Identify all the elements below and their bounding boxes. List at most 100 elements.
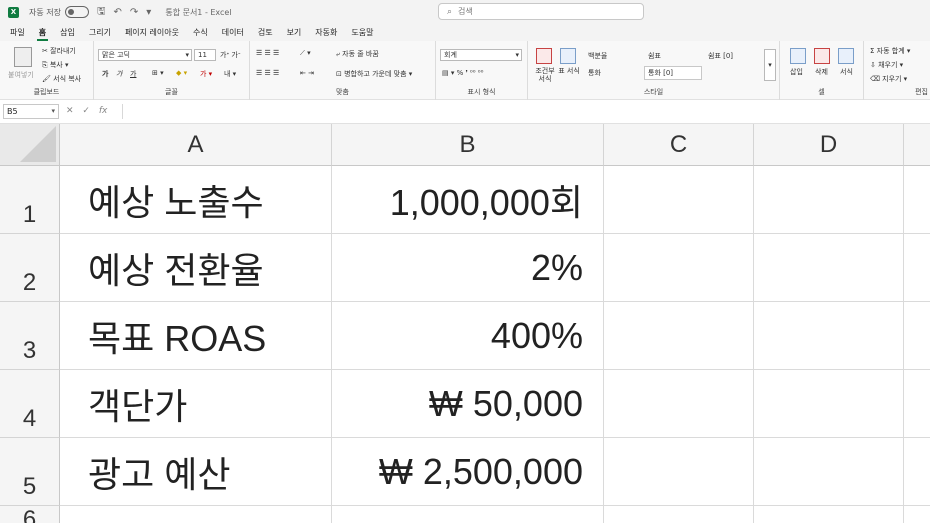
search-box[interactable]: ⌕ 검색	[438, 3, 644, 20]
bold-button[interactable]: 가	[102, 69, 108, 79]
cell-c2[interactable]	[604, 234, 754, 302]
paste-button[interactable]: 붙여넣기	[8, 70, 34, 80]
orientation-icon[interactable]: ⟋ ▾	[300, 49, 311, 58]
cell-c3[interactable]	[604, 302, 754, 370]
number-format-select[interactable]: 회계 ▾	[440, 49, 522, 61]
cell-d6[interactable]	[754, 506, 904, 523]
conditional-format-icon[interactable]	[536, 48, 552, 64]
font-name-select[interactable]: 맑은 고딕 ▾	[98, 49, 192, 61]
cell-a4[interactable]: 객단가	[60, 370, 332, 438]
row-header-4[interactable]: 4	[0, 370, 60, 438]
font-color-icon[interactable]: 가 ▾	[200, 69, 212, 79]
style-currency-0[interactable]: 통화 [0]	[644, 66, 702, 80]
column-header-b[interactable]: B	[332, 124, 604, 166]
cell-e5[interactable]	[904, 438, 930, 506]
cell-b3[interactable]: 400%	[332, 302, 604, 370]
tab-data[interactable]: 데이터	[220, 24, 246, 41]
italic-button[interactable]: 가	[116, 69, 122, 79]
copy-button[interactable]: ⎘ 복사 ▾	[42, 60, 68, 70]
tab-home[interactable]: 홈	[36, 24, 49, 41]
cell-e3[interactable]	[904, 302, 930, 370]
number-format-buttons[interactable]: ▤ ▾ % ❜ ⁰⁰ ⁰⁰	[442, 69, 483, 77]
name-box[interactable]: B5 ▾	[3, 104, 59, 119]
tab-file[interactable]: 파일	[8, 24, 27, 41]
format-cells-button[interactable]: 서식	[840, 67, 853, 77]
align-top-icon[interactable]: ☰ ☰ ☰	[256, 49, 279, 57]
fill-color-icon[interactable]: ◆ ▾	[176, 69, 187, 77]
cancel-icon[interactable]: ✕	[66, 106, 74, 116]
cell-d5[interactable]	[754, 438, 904, 506]
cell-c6[interactable]	[604, 506, 754, 523]
cell-b6[interactable]	[332, 506, 604, 523]
cell-e2[interactable]	[904, 234, 930, 302]
tab-insert[interactable]: 삽입	[58, 24, 77, 41]
conditional-format-button[interactable]: 조건부 서식	[532, 67, 558, 83]
column-header-a[interactable]: A	[60, 124, 332, 166]
row-header-2[interactable]: 2	[0, 234, 60, 302]
cell-c1[interactable]	[604, 166, 754, 234]
cell-d2[interactable]	[754, 234, 904, 302]
delete-cells-icon[interactable]	[814, 48, 830, 64]
style-comma-0[interactable]: 쉼표 [0]	[704, 49, 760, 63]
column-header-c[interactable]: C	[604, 124, 754, 166]
customize-toolbar-icon[interactable]: ▾	[146, 7, 151, 18]
grow-font-button[interactable]: 가ᐩ 가ᐨ	[220, 50, 241, 60]
style-comma[interactable]: 쉼표	[644, 49, 700, 63]
cell-b4[interactable]: ₩ 50,000	[332, 370, 604, 438]
save-icon[interactable]: 🖫	[97, 4, 106, 21]
merge-center-button[interactable]: ⊡ 병합하고 가운데 맞춤 ▾	[336, 69, 412, 79]
row-header-1[interactable]: 1	[0, 166, 60, 234]
tab-review[interactable]: 검토	[256, 24, 275, 41]
format-as-table-icon[interactable]	[560, 48, 576, 64]
tab-formulas[interactable]: 수식	[191, 24, 210, 41]
format-painter-button[interactable]: 🖌 서식 복사	[42, 74, 81, 84]
name-box-dropdown-icon[interactable]: ▾	[51, 105, 55, 118]
wrap-text-button[interactable]: ⤶ 자동 줄 바꿈	[336, 49, 379, 59]
redo-icon[interactable]: ↷	[130, 7, 138, 18]
column-header-d[interactable]: D	[754, 124, 904, 166]
cell-a6[interactable]	[60, 506, 332, 523]
cell-b1[interactable]: 1,000,000회	[332, 166, 604, 234]
tab-draw[interactable]: 그리기	[87, 24, 113, 41]
row-header-3[interactable]: 3	[0, 302, 60, 370]
cell-b2[interactable]: 2%	[332, 234, 604, 302]
tab-view[interactable]: 보기	[285, 24, 304, 41]
tab-automate[interactable]: 자동화	[313, 24, 339, 41]
phonetic-icon[interactable]: 내 ▾	[224, 69, 236, 79]
styles-more-button[interactable]: ▾	[764, 49, 776, 81]
clear-button[interactable]: ⌫ 지우기 ▾	[870, 74, 907, 84]
cell-d3[interactable]	[754, 302, 904, 370]
row-header-5[interactable]: 5	[0, 438, 60, 506]
font-size-select[interactable]: 11	[194, 49, 216, 61]
format-cells-icon[interactable]	[838, 48, 854, 64]
cell-c4[interactable]	[604, 370, 754, 438]
undo-icon[interactable]: ↶	[114, 7, 122, 18]
column-header-e[interactable]	[904, 124, 930, 166]
autosave-toggle[interactable]	[64, 6, 89, 18]
autosum-button[interactable]: Σ 자동 합계 ▾	[870, 46, 910, 56]
style-currency[interactable]: 통화	[584, 66, 640, 80]
underline-button[interactable]: 가	[130, 69, 136, 79]
cell-e4[interactable]	[904, 370, 930, 438]
cell-a5[interactable]: 광고 예산	[60, 438, 332, 506]
cell-a1[interactable]: 예상 노출수	[60, 166, 332, 234]
style-percent[interactable]: 백분율	[584, 49, 640, 63]
format-as-table-button[interactable]: 표 서식	[558, 67, 580, 75]
cut-button[interactable]: ✂ 잘라내기	[42, 46, 76, 56]
cell-b5[interactable]: ₩ 2,500,000	[332, 438, 604, 506]
row-header-6[interactable]: 6	[0, 506, 60, 523]
tab-page-layout[interactable]: 페이지 레이아웃	[123, 24, 181, 41]
tab-help[interactable]: 도움말	[349, 24, 375, 41]
align-left-icon[interactable]: ☰ ☰ ☰	[256, 69, 279, 77]
cell-a2[interactable]: 예상 전환율	[60, 234, 332, 302]
borders-button[interactable]: ⊞ ▾	[152, 69, 164, 77]
paste-icon[interactable]	[14, 47, 32, 67]
cell-d4[interactable]	[754, 370, 904, 438]
cell-e1[interactable]	[904, 166, 930, 234]
fill-button[interactable]: ⇩ 채우기 ▾	[870, 60, 903, 70]
insert-function-button[interactable]: fx	[99, 106, 108, 116]
cell-c5[interactable]	[604, 438, 754, 506]
delete-cells-button[interactable]: 삭제	[815, 67, 828, 77]
insert-cells-button[interactable]: 삽입	[790, 67, 803, 77]
enter-icon[interactable]: ✓	[82, 106, 90, 116]
